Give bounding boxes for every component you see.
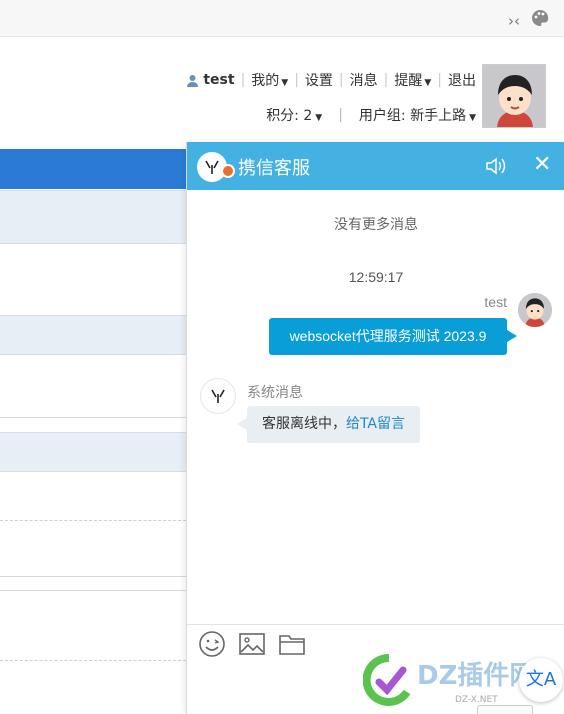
username: test (203, 72, 235, 88)
divider: | (338, 72, 344, 88)
reminders-label: 提醒 (394, 73, 423, 89)
divider: | (338, 107, 343, 123)
divider (0, 590, 186, 591)
palette-icon[interactable] (530, 8, 550, 33)
system-avatar-icon (200, 378, 236, 414)
my-menu[interactable]: 我的 ▼ (251, 70, 288, 90)
divider: | (383, 72, 389, 88)
divider (0, 417, 186, 418)
divider (0, 576, 186, 577)
divider (0, 520, 186, 521)
divider: | (294, 72, 299, 88)
translate-icon[interactable]: 文A (519, 658, 563, 702)
usergroup-menu[interactable]: 用户组: 新手上路 ▼ (359, 105, 476, 125)
caret-down-icon: ▼ (315, 113, 323, 123)
watermark-domain: DZ-X.NET (455, 695, 498, 705)
no-more-messages[interactable]: 没有更多消息 (187, 214, 564, 234)
usergroup-label: 用户组: 新手上路 (358, 108, 467, 124)
system-name: 系统消息 (247, 385, 303, 401)
folder-icon[interactable] (278, 630, 306, 663)
caret-down-icon: ▼ (281, 78, 289, 88)
divider: | (240, 72, 246, 88)
chat-header: 携信客服 ✕ (187, 142, 564, 190)
system-message-bubble: 客服离线中，给TA留言 (237, 406, 420, 443)
page-section-header (0, 432, 186, 472)
page-section-header (0, 315, 186, 355)
divider (187, 624, 564, 625)
browser-toolbar: ›‹ (0, 0, 564, 37)
send-button[interactable] (477, 705, 533, 714)
basketball-badge-icon (221, 164, 235, 178)
user-nav: test | 我的 ▼ | 设置 | 消息 | 提醒 ▼ | 退出 (150, 70, 476, 90)
points-label: 积分: 2 (266, 108, 313, 124)
my-message-bubble: websocket代理服务测试 2023.9 (269, 318, 517, 355)
caret-down-icon: ▼ (469, 113, 476, 123)
collapse-arrows-icon[interactable]: ›‹ (508, 12, 520, 30)
chat-panel: 携信客服 ✕ 没有更多消息 12:59:17 test websocket代理服… (186, 142, 564, 714)
speaker-icon[interactable] (485, 156, 507, 181)
page-section-header (0, 190, 186, 244)
avatar (518, 293, 552, 327)
points-menu[interactable]: 积分: 2 ▼ (266, 105, 322, 125)
my-menu-label: 我的 (251, 73, 280, 89)
reminders-menu[interactable]: 提醒 ▼ (394, 70, 431, 90)
leave-message-link[interactable]: 给TA留言 (346, 416, 405, 432)
watermark-brand: DZ插件网 (417, 661, 535, 691)
message-time: 12:59:17 (348, 269, 404, 285)
sender-name: test (484, 294, 507, 310)
system-message-text: 客服离线中， (261, 416, 346, 432)
user-link[interactable]: test (186, 72, 235, 88)
emoji-icon[interactable] (198, 630, 226, 663)
avatar[interactable] (482, 64, 546, 128)
chat-title: 携信客服 (238, 158, 310, 179)
messages-link[interactable]: 消息 (350, 70, 378, 90)
close-icon[interactable]: ✕ (533, 154, 551, 176)
settings-link[interactable]: 设置 (305, 70, 333, 90)
divider: | (437, 72, 442, 88)
user-stats: 积分: 2 ▼ | 用户组: 新手上路 ▼ (200, 105, 476, 125)
image-icon[interactable] (238, 630, 266, 663)
user-icon (187, 74, 199, 87)
caret-down-icon: ▼ (424, 78, 432, 88)
divider (0, 660, 186, 661)
logout-link[interactable]: 退出 (448, 70, 476, 90)
